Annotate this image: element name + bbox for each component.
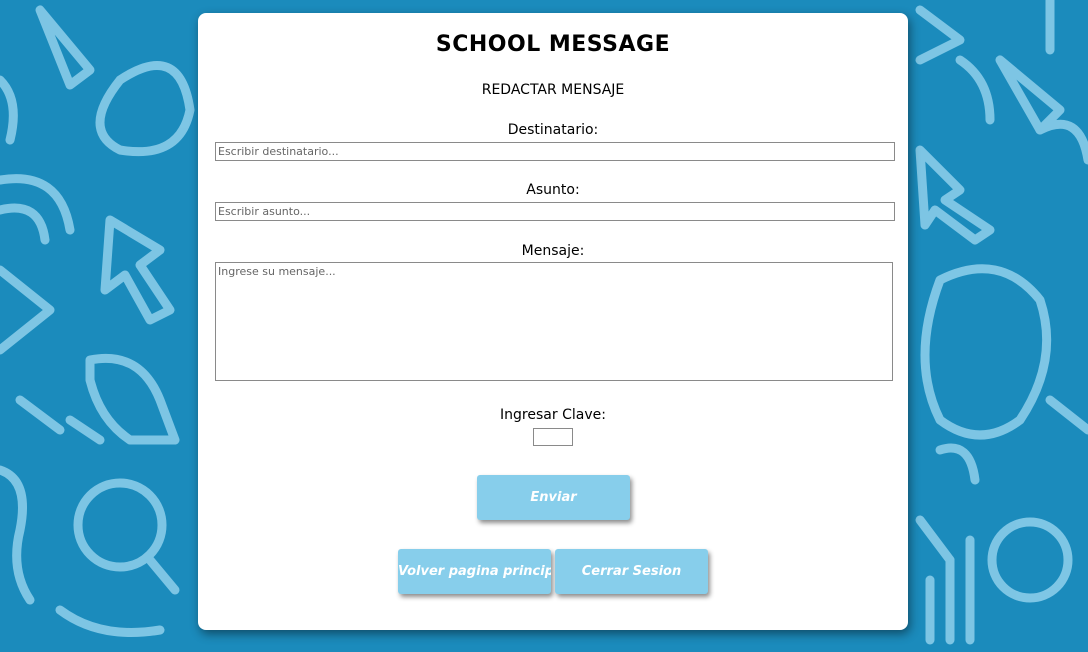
subject-label: Asunto: [526,182,580,198]
page-title: SCHOOL MESSAGE [435,32,671,57]
key-label: Ingresar Clave: [500,407,606,423]
page-subtitle: REDACTAR MENSAJE [481,82,625,98]
send-button[interactable]: Enviar [477,475,630,520]
message-label: Mensaje: [521,243,585,259]
recipient-label: Destinatario: [507,122,599,138]
compose-card: SCHOOL MESSAGE REDACTAR MENSAJE Destinat… [198,13,908,630]
message-textarea[interactable] [215,262,893,381]
subject-input[interactable] [215,202,895,221]
back-home-button[interactable]: Volver pagina principal [398,549,551,594]
key-input[interactable] [533,428,573,446]
logout-button[interactable]: Cerrar Sesion [555,549,708,594]
recipient-input[interactable] [215,142,895,161]
